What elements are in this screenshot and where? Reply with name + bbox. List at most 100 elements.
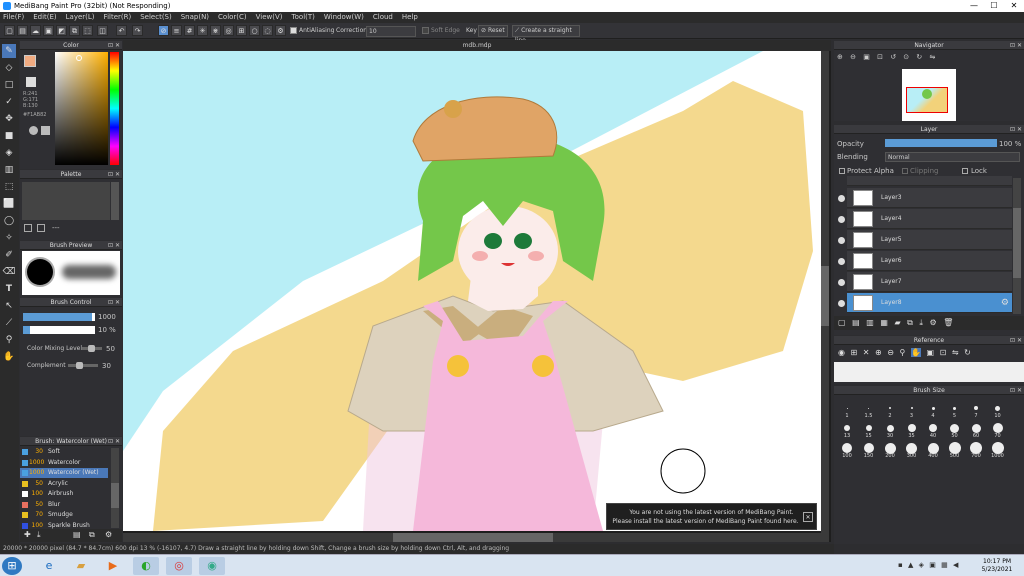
color-mixing-thumb[interactable] <box>88 345 95 352</box>
curve-snap-icon[interactable]: ◌ <box>262 25 273 36</box>
canvas-hscrollbar[interactable] <box>123 533 821 542</box>
layer-visibility-icon[interactable] <box>838 237 845 244</box>
merge-down-icon[interactable]: ⤓ <box>919 318 923 327</box>
complement-thumb[interactable] <box>76 362 83 369</box>
brush-size-option[interactable]: 200 <box>881 440 899 459</box>
new-file-icon[interactable]: ▢ <box>4 25 15 36</box>
new-1bit-icon[interactable]: ▦ <box>880 318 888 327</box>
layer-scrollbar[interactable] <box>1013 178 1021 314</box>
export-icon[interactable]: ⬚ <box>82 25 93 36</box>
layer-visibility-icon[interactable] <box>838 279 845 286</box>
bucket-tool-icon[interactable]: ◈ <box>2 146 16 160</box>
brush-size-option[interactable]: 7 <box>967 400 985 419</box>
open-file-icon[interactable]: ▤ <box>17 25 28 36</box>
new-halftone-icon[interactable]: ▤ <box>852 318 860 327</box>
brush-folder-icon[interactable]: ▤ <box>73 530 81 539</box>
fill-rect-icon[interactable]: ■ <box>2 129 16 143</box>
brush-tool-icon[interactable]: ✎ <box>2 44 16 58</box>
tray-icon[interactable]: ▲ <box>908 561 913 569</box>
snap-off-icon[interactable]: ⊘ <box>158 25 169 36</box>
select-tool-icon[interactable]: ⬜ <box>2 197 16 211</box>
reset-button[interactable]: ⊘ Reset <box>478 25 508 37</box>
network-icon[interactable]: ▦ <box>941 561 948 569</box>
media-player-icon[interactable]: ▶ <box>100 557 126 575</box>
panel-close-icon[interactable]: ⊡ ✕ <box>108 241 120 250</box>
divide-tool-icon[interactable]: ⟋ <box>2 316 16 330</box>
ref-eyedropper-icon[interactable]: ⚲ <box>900 348 906 357</box>
palette-area[interactable] <box>22 182 110 220</box>
tray-icon[interactable]: ◈ <box>919 561 924 569</box>
brush-size-option[interactable]: 5 <box>946 400 964 419</box>
brush-size-option[interactable]: 1000 <box>989 440 1007 459</box>
share-icon[interactable]: ◩ <box>56 25 67 36</box>
menu-file[interactable]: File(F) <box>3 12 24 23</box>
move-tool-icon[interactable]: ✥ <box>2 112 16 126</box>
brush-size-option[interactable]: 10 <box>989 400 1007 419</box>
new-8bit-icon[interactable]: ▥ <box>866 318 874 327</box>
lock-checkbox[interactable] <box>962 168 968 174</box>
brush-list-item[interactable]: 30 Soft <box>20 447 108 457</box>
radial-snap-icon[interactable]: ⋇ <box>210 25 221 36</box>
color-set-icon[interactable] <box>41 126 50 135</box>
layer-folder-icon[interactable]: ▰ <box>894 318 900 327</box>
brush-size-option[interactable]: 300 <box>903 440 921 459</box>
brush-size-option[interactable]: 35 <box>903 420 921 439</box>
straight-line-button[interactable]: ⟋ Create a straight line <box>512 25 580 44</box>
blending-select[interactable]: Normal <box>885 152 1020 162</box>
antialias-checkbox[interactable] <box>290 27 297 34</box>
explorer-icon[interactable]: ▰ <box>68 557 94 575</box>
canvas-area[interactable] <box>123 51 831 542</box>
ref-actual-icon[interactable]: ⊡ <box>940 348 947 357</box>
panel-close-icon[interactable]: ⊡ ✕ <box>1010 386 1022 395</box>
complement-slider[interactable] <box>68 362 98 369</box>
brush-opacity-slider[interactable] <box>23 326 95 334</box>
color-wheel-icon[interactable] <box>29 126 38 135</box>
eyedropper-tool-icon[interactable]: ⚲ <box>2 333 16 347</box>
soft-edge-checkbox[interactable] <box>422 27 429 34</box>
brush-list-item[interactable]: 1000 Watercolor (Wet) <box>20 468 108 478</box>
layer-visibility-icon[interactable] <box>838 195 845 202</box>
menu-tool[interactable]: Tool(T) <box>292 12 315 23</box>
color-saturation-picker[interactable] <box>55 52 108 165</box>
ref-zoom-out-icon[interactable]: ⊖ <box>887 348 894 357</box>
menu-snap[interactable]: Snap(N) <box>181 12 209 23</box>
brush-list-item[interactable]: 50 Blur <box>20 500 108 510</box>
brush-list-item[interactable]: 50 Acrylic <box>20 479 108 489</box>
menu-window[interactable]: Window(W) <box>324 12 364 23</box>
canvas-vscrollbar[interactable] <box>821 51 829 542</box>
start-button[interactable]: ⊞ <box>2 557 22 575</box>
layer-row-partial[interactable] <box>847 176 1012 186</box>
zoom-in-icon[interactable]: ⊕ <box>837 53 843 61</box>
tray-icon[interactable]: ▪ <box>898 561 903 569</box>
panel-close-icon[interactable]: ⊡ ✕ <box>1010 125 1022 134</box>
ref-hand-icon[interactable]: ✋ <box>910 348 921 357</box>
brush-copy-icon[interactable]: ⧉ <box>89 530 95 540</box>
maximize-button[interactable]: ☐ <box>987 0 1001 12</box>
brush-size-slider[interactable] <box>23 313 95 321</box>
layer-row[interactable]: Layer4 <box>847 209 1012 229</box>
redo-icon[interactable]: ↷ <box>132 25 143 36</box>
navigator-buttons[interactable]: ⊕ ⊖ ▣ ⊡ ↺ ⊙ ↻ ⇋ <box>837 53 997 63</box>
rotate-reset-icon[interactable]: ⊙ <box>903 53 909 61</box>
brush-list-item[interactable]: 70 Smudge <box>20 510 108 520</box>
flip-icon[interactable]: ⇋ <box>930 53 936 61</box>
shape-tool-icon[interactable]: □ <box>2 78 16 92</box>
palette-scrollbar[interactable] <box>111 182 119 220</box>
zoom-out-icon[interactable]: ⊖ <box>850 53 856 61</box>
ref-rotate-icon[interactable]: ↻ <box>964 348 971 357</box>
brush-size-option[interactable]: 40 <box>924 420 942 439</box>
shortcut-icon[interactable]: ◫ <box>97 25 108 36</box>
brush-size-option[interactable]: 4 <box>924 400 942 419</box>
panel-close-icon[interactable]: ⊡ ✕ <box>108 41 120 50</box>
palette-add-icon[interactable] <box>24 224 32 232</box>
panel-close-icon[interactable]: ⊡ ✕ <box>108 170 120 179</box>
select-pen-icon[interactable]: ✓ <box>2 95 16 109</box>
brush-size-option[interactable]: 700 <box>967 440 985 459</box>
protect-alpha-checkbox[interactable] <box>839 168 845 174</box>
magic-wand-icon[interactable]: ✧ <box>2 231 16 245</box>
layer-visibility-icon[interactable] <box>838 258 845 265</box>
select-eraser-icon[interactable]: ⌫ <box>2 265 16 279</box>
brush-size-option[interactable]: 50 <box>946 420 964 439</box>
minimize-button[interactable]: — <box>967 0 981 12</box>
brush-list-item[interactable]: 100 Airbrush <box>20 489 108 499</box>
